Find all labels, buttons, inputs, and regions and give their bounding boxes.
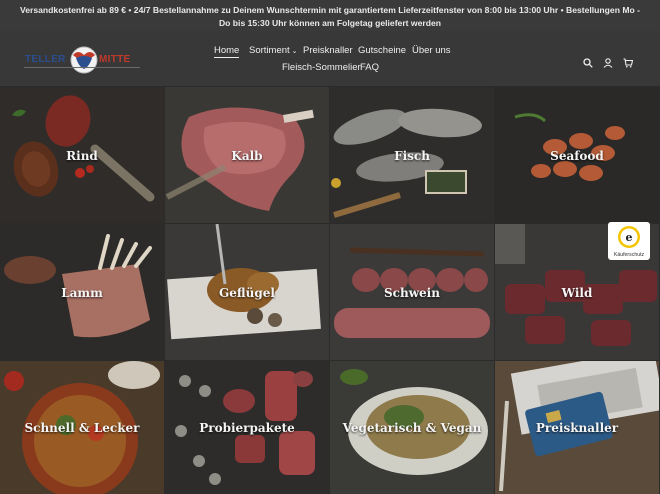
logo-word-right: MITTE <box>99 54 131 65</box>
trusted-shops-label: Käuferschutz <box>613 252 645 258</box>
nav-gutscheine[interactable]: Gutscheine <box>358 45 406 56</box>
category-grid: Rind Kalb Fisch Seafood Lamm Geflügel Sc… <box>0 87 660 494</box>
category-tile-probierpakete[interactable]: Probierpakete <box>165 361 329 494</box>
announcement-text: Versandkostenfrei ab 89 € • 24/7 Bestell… <box>19 5 641 28</box>
nav-sortiment[interactable]: Sortiment ⌄ <box>249 45 298 56</box>
site-logo[interactable]: TELLER MITTE <box>24 45 142 75</box>
nav-faq[interactable]: FAQ <box>360 62 379 73</box>
category-label-kalb: Kalb <box>231 149 263 163</box>
category-label-fisch: Fisch <box>394 149 430 163</box>
trusted-shops-icon: e <box>618 226 640 248</box>
announcement-bar: Versandkostenfrei ab 89 € • 24/7 Bestell… <box>0 0 660 31</box>
category-tile-seafood[interactable]: Seafood <box>495 87 659 223</box>
category-label-gefluegel: Geflügel <box>219 286 275 300</box>
category-tile-preisknaller[interactable]: Preisknaller <box>495 361 659 494</box>
nav-fleisch-sommelier[interactable]: Fleisch-Sommelier <box>282 62 361 73</box>
category-label-rind: Rind <box>66 149 98 163</box>
account-icon[interactable] <box>603 55 615 68</box>
category-tile-schwein[interactable]: Schwein <box>330 224 494 360</box>
search-icon[interactable] <box>583 55 595 68</box>
chevron-down-icon: ⌄ <box>291 48 298 55</box>
nav-ueber-uns[interactable]: Über uns <box>412 45 451 56</box>
category-label-seafood: Seafood <box>550 149 604 163</box>
nav-home[interactable]: Home <box>214 45 240 58</box>
category-tile-lamm[interactable]: Lamm <box>0 224 164 360</box>
category-label-schwein: Schwein <box>384 286 440 300</box>
category-label-lamm: Lamm <box>61 286 103 300</box>
logo-emblem-icon <box>70 46 98 74</box>
category-tile-kalb[interactable]: Kalb <box>165 87 329 223</box>
logo-word-left: TELLER <box>25 54 66 65</box>
category-label-vegetarisch-vegan: Vegetarisch & Vegan <box>342 421 482 435</box>
category-label-preisknaller: Preisknaller <box>535 421 619 435</box>
cart-icon[interactable] <box>623 55 635 68</box>
site-header: TELLER MITTE Home Sortiment ⌄ Preisknalle… <box>0 31 660 87</box>
category-label-schnell-lecker: Schnell & Lecker <box>24 421 140 435</box>
category-tile-rind[interactable]: Rind <box>0 87 164 223</box>
category-label-wild: Wild <box>561 286 593 300</box>
nav-sortiment-label: Sortiment <box>249 45 290 56</box>
category-tile-schnell-lecker[interactable]: Schnell & Lecker <box>0 361 164 494</box>
category-tile-fisch[interactable]: Fisch <box>330 87 494 223</box>
category-label-probierpakete: Probierpakete <box>199 421 295 435</box>
trusted-shops-badge[interactable]: e Käuferschutz <box>608 222 650 260</box>
nav-preisknaller[interactable]: Preisknaller <box>303 45 353 56</box>
category-tile-gefluegel[interactable]: Geflügel <box>165 224 329 360</box>
category-tile-vegetarisch-vegan[interactable]: Vegetarisch & Vegan <box>330 361 494 494</box>
logo-underline <box>24 67 140 68</box>
trusted-shops-symbol: e <box>626 231 633 244</box>
